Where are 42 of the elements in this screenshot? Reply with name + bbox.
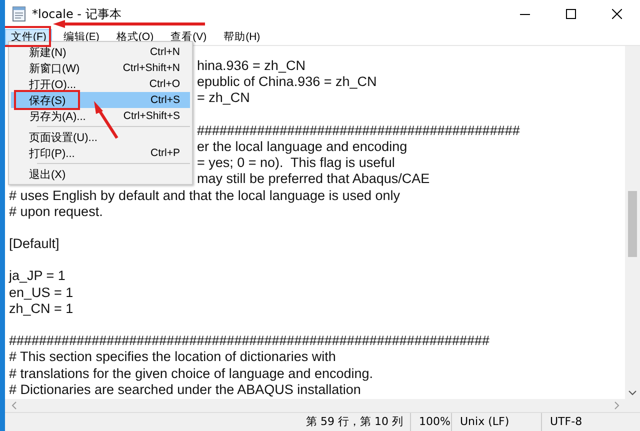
menu-item[interactable]: 退出(X) <box>11 166 190 182</box>
text-line: # uses English by default and that the local language is used only <box>9 188 402 204</box>
menu-item[interactable]: 页面设置(U)... <box>11 129 190 145</box>
highlight-frame <box>5 26 51 47</box>
text-line: ################################################################ <box>9 333 491 350</box>
scroll-left-icon[interactable] <box>11 401 17 410</box>
highlight-frame <box>14 90 80 110</box>
maximize-icon <box>566 9 576 19</box>
encoding: UTF-8 <box>541 413 640 431</box>
text-line: en_US = 1 <box>9 284 74 301</box>
menu-item[interactable]: 新窗口(W) Ctrl+Shift+N <box>11 60 190 76</box>
text-line: [Default] <box>9 236 60 252</box>
text-line: = zh_CN <box>197 90 251 107</box>
text-line: # translations for the given choice of language and encoding. <box>9 366 374 382</box>
menu-item[interactable]: 帮助(H) <box>218 28 266 44</box>
menu-item[interactable]: 保存(S) Ctrl+S <box>11 92 190 108</box>
text-line: ########################################### <box>197 122 521 139</box>
text-line: may still be preferred that Abaqus/CAE <box>197 171 431 188</box>
zoom-level: 100% <box>410 413 451 431</box>
menu-item[interactable]: 另存为(A)... Ctrl+Shift+S <box>11 108 190 124</box>
scroll-thumb[interactable] <box>628 191 637 257</box>
close-icon <box>612 9 622 19</box>
vertical-scrollbar[interactable] <box>625 46 640 399</box>
text-line: = yes; 0 = no). This flag is useful <box>197 155 396 172</box>
text-line: er the local language and encoding <box>197 138 408 156</box>
text-line: ja_JP = 1 <box>9 268 66 285</box>
menu-item[interactable]: 打开(O)... Ctrl+O <box>11 76 190 92</box>
text-line: # Dictionaries are searched under the ABAQUS installation <box>9 382 362 398</box>
line-ending: Unix (LF) <box>451 413 541 431</box>
text-line: epublic of China.936 = zh_CN <box>197 74 378 90</box>
menu-item[interactable]: 打印(P)... Ctrl+P <box>11 145 190 161</box>
cursor-position: 第 59 行，第 10 列 <box>305 414 404 430</box>
notepad-icon <box>12 6 26 22</box>
text-line: hina.936 = zh_CN <box>197 58 306 74</box>
menu-item[interactable]: 查看(V) <box>164 28 213 44</box>
window-title: *locale - 记事本 <box>32 6 122 22</box>
scroll-right-icon[interactable] <box>614 401 620 410</box>
menu-item[interactable]: 新建(N) Ctrl+N <box>11 44 190 60</box>
text-line: # This section specifies the location of dictionaries with <box>9 349 337 366</box>
text-line: # upon request. <box>9 204 104 220</box>
text-line: zh_CN = 1 <box>9 300 74 317</box>
scroll-down-icon[interactable] <box>628 390 637 396</box>
